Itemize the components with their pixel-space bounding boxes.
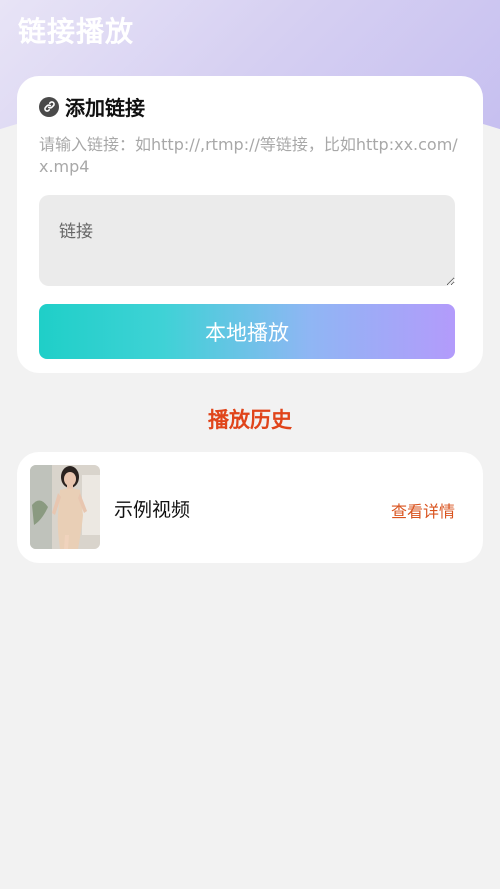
video-title: 示例视频 xyxy=(114,499,191,521)
video-thumbnail xyxy=(30,465,100,549)
link-input[interactable] xyxy=(39,195,455,286)
add-link-title: 添加链接 xyxy=(65,96,145,120)
add-link-header: 添加链接 xyxy=(39,92,145,121)
link-icon xyxy=(39,96,59,117)
local-play-button[interactable]: 本地播放 xyxy=(39,304,455,359)
add-link-card: 添加链接 请输入链接：如http://,rtmp://等链接，比如http:xx… xyxy=(17,76,483,373)
history-item[interactable]: 示例视频 查看详情 xyxy=(17,452,483,563)
play-history-title: 播放历史 xyxy=(208,408,292,432)
link-hint-text: 请输入链接：如http://,rtmp://等链接，比如http:xx.com/… xyxy=(39,135,458,176)
app-title: 链接播放 xyxy=(18,15,135,48)
view-details-link[interactable]: 查看详情 xyxy=(391,498,455,522)
